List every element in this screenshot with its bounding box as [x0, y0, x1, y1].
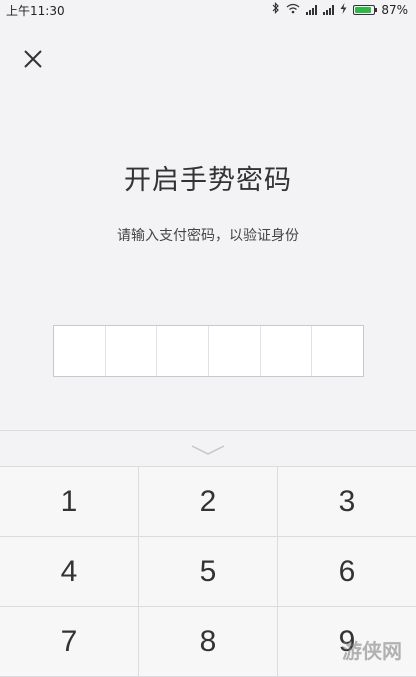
key-7[interactable]: 7 — [0, 607, 139, 677]
key-1[interactable]: 1 — [0, 467, 139, 537]
pin-cell — [312, 326, 363, 376]
battery-level — [355, 6, 371, 13]
page-title: 开启手势密码 — [124, 165, 292, 196]
key-2[interactable]: 2 — [139, 467, 278, 537]
pin-cell — [209, 326, 261, 376]
wifi-icon — [286, 3, 300, 17]
charging-icon — [340, 2, 347, 17]
status-icons: 87% — [272, 2, 408, 17]
key-4[interactable]: 4 — [0, 537, 139, 607]
status-bar: 上午11:30 87% — [0, 0, 416, 20]
bluetooth-icon — [272, 2, 280, 17]
signal-icon — [323, 4, 335, 15]
key-6[interactable]: 6 — [278, 537, 416, 607]
pin-input[interactable] — [53, 325, 364, 377]
pin-cell — [54, 326, 106, 376]
pin-cell — [261, 326, 313, 376]
signal-icon — [306, 4, 318, 15]
key-5[interactable]: 5 — [139, 537, 278, 607]
keypad-divider — [0, 430, 416, 431]
key-3[interactable]: 3 — [278, 467, 416, 537]
battery-percent: 87% — [381, 2, 408, 17]
pin-cell — [106, 326, 158, 376]
key-8[interactable]: 8 — [139, 607, 278, 677]
pin-cell — [157, 326, 210, 376]
watermark: 游侠网 — [342, 639, 402, 663]
close-button[interactable] — [18, 44, 48, 74]
chevron-down-icon — [191, 445, 225, 455]
keypad-collapse-button[interactable] — [188, 442, 228, 456]
battery-icon — [353, 4, 378, 15]
close-icon — [24, 50, 42, 68]
status-time: 上午11:30 — [6, 4, 65, 18]
page-subtitle: 请输入支付密码，以验证身份 — [117, 228, 299, 244]
